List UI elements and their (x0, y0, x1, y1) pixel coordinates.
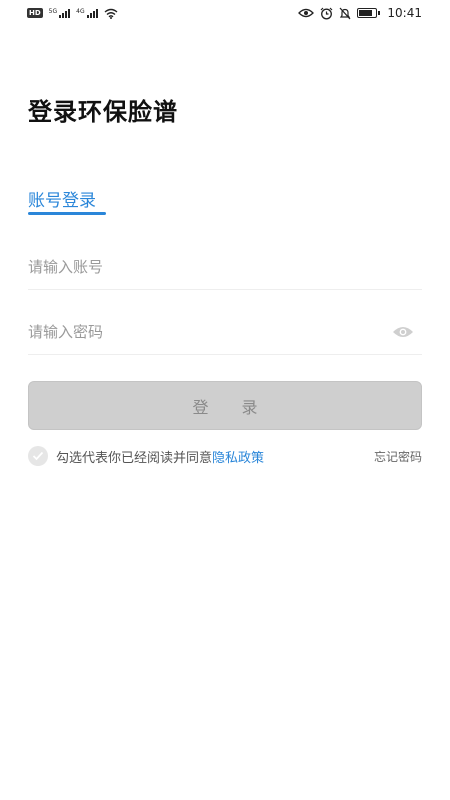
eye-comfort-icon (298, 8, 315, 18)
forgot-password-link[interactable]: 忘记密码 (374, 448, 422, 465)
login-button[interactable]: 登 录 (28, 381, 422, 430)
page-title: 登录环保脸谱 (28, 98, 178, 126)
clock: 10:41 (387, 6, 422, 20)
status-right: 10:41 (298, 6, 422, 20)
account-input[interactable] (28, 257, 422, 276)
alarm-icon (320, 7, 333, 19)
tab-active-indicator (28, 212, 106, 215)
agree-checkbox[interactable] (28, 446, 48, 466)
status-bar: HD 5G 4G 10:41 (0, 0, 450, 26)
agreement-row: 勾选代表你已经阅读并同意 隐私政策 忘记密码 (28, 446, 422, 466)
hd-icon: HD (27, 8, 43, 18)
battery-icon (357, 8, 381, 18)
signal-5g-icon: 5G (49, 8, 71, 18)
password-input[interactable] (28, 322, 392, 341)
account-field-row (28, 244, 422, 290)
check-icon (32, 451, 44, 461)
password-field-row (28, 309, 422, 355)
tab-account-login[interactable]: 账号登录 (28, 186, 96, 211)
agreement-text: 勾选代表你已经阅读并同意 (56, 450, 213, 466)
wifi-icon (104, 8, 118, 19)
privacy-policy-link[interactable]: 隐私政策 (212, 447, 264, 466)
mute-icon (339, 7, 351, 19)
status-left: HD 5G 4G (27, 8, 118, 19)
signal-4g-icon: 4G (76, 8, 98, 18)
show-password-icon[interactable] (392, 325, 414, 339)
